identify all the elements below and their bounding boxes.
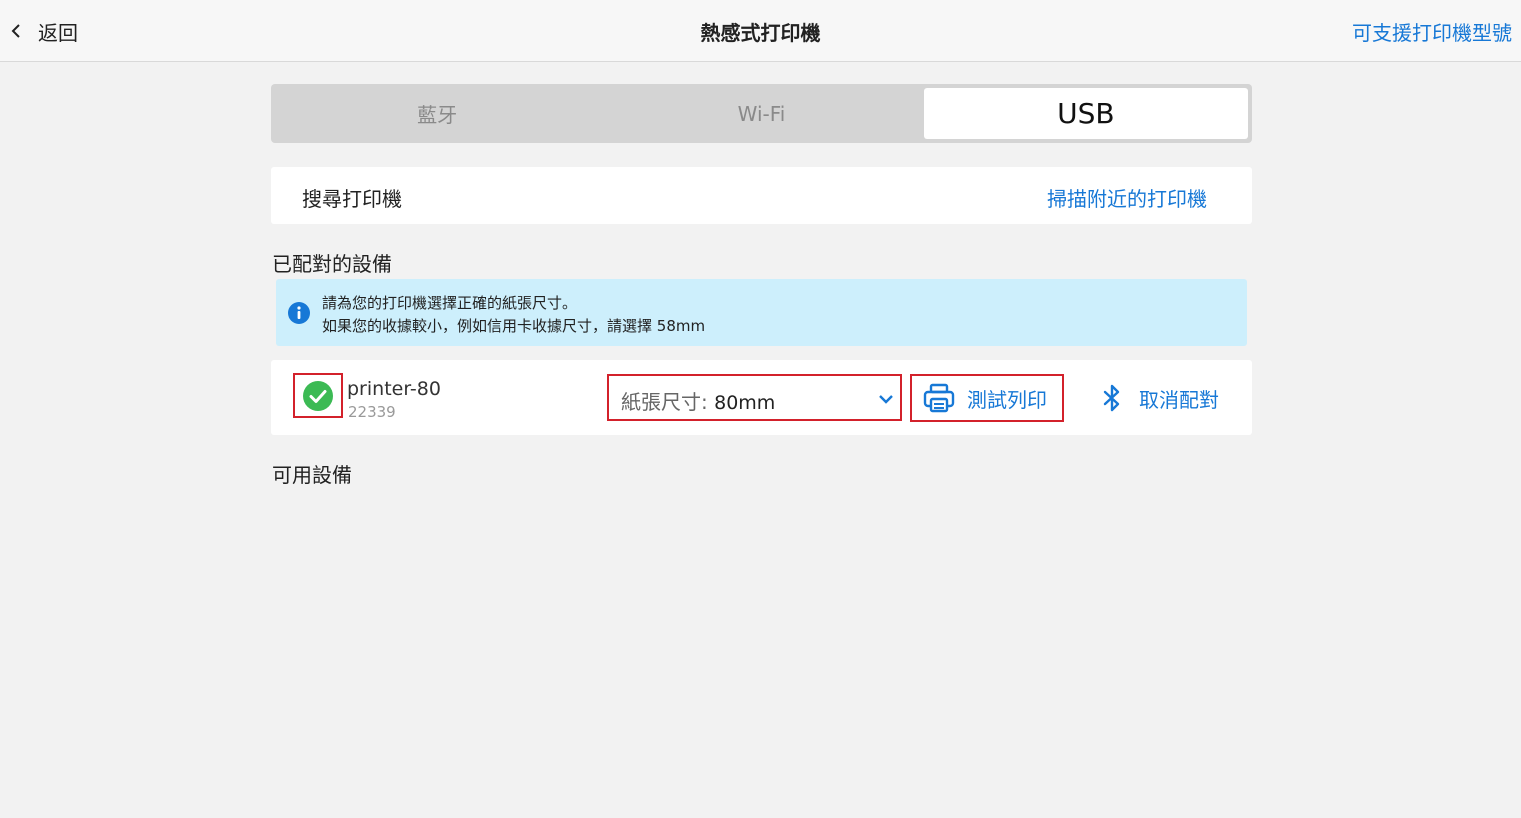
- paper-size-select[interactable]: 紙張尺寸: 80mm: [607, 374, 902, 421]
- search-printer-label: 搜尋打印機: [302, 187, 402, 211]
- unpair-label: 取消配對: [1139, 387, 1219, 412]
- tab-usb[interactable]: USB: [923, 88, 1248, 139]
- tab-bluetooth[interactable]: 藍牙: [275, 88, 599, 139]
- check-circle-icon: [303, 380, 333, 411]
- paper-size-label: 紙張尺寸:: [621, 390, 708, 414]
- device-name: printer-80: [347, 378, 441, 400]
- printer-icon: [923, 383, 955, 413]
- device-status: [293, 373, 343, 418]
- tab-wifi[interactable]: Wi-Fi: [599, 88, 923, 139]
- page-title: 熱感式打印機: [700, 21, 821, 45]
- test-print-button[interactable]: 測試列印: [910, 374, 1064, 422]
- unpair-button[interactable]: 取消配對: [1101, 382, 1219, 414]
- connection-type-tabs: 藍牙 Wi-Fi USB: [271, 84, 1252, 143]
- paper-size-display: 紙張尺寸: 80mm: [621, 386, 775, 415]
- available-devices-title: 可用設備: [272, 463, 352, 487]
- device-id: 22339: [348, 403, 396, 421]
- chevron-down-icon: [879, 395, 893, 404]
- info-text-line-2: 如果您的收據較小，例如信用卡收據尺寸，請選擇 58mm: [322, 317, 706, 335]
- scan-nearby-printers-link[interactable]: 掃描附近的打印機: [1047, 183, 1207, 212]
- test-print-label: 測試列印: [967, 387, 1047, 412]
- info-icon: [288, 302, 310, 324]
- search-printer-row: 搜尋打印機 掃描附近的打印機: [271, 167, 1252, 224]
- top-bar: 返回 熱感式打印機 可支援打印機型號: [0, 0, 1521, 62]
- paper-size-value: 80mm: [714, 392, 776, 414]
- paper-size-info-banner: 請為您的打印機選擇正確的紙張尺寸。 如果您的收據較小，例如信用卡收據尺寸，請選擇…: [276, 279, 1247, 346]
- bluetooth-icon: [1103, 384, 1120, 412]
- paired-device-row: printer-80 22339 紙張尺寸: 80mm 測試列印 取消配對: [271, 360, 1252, 435]
- paired-devices-title: 已配對的設備: [272, 252, 392, 276]
- info-text-line-1: 請為您的打印機選擇正確的紙張尺寸。: [322, 294, 578, 312]
- supported-models-link[interactable]: 可支援打印機型號: [1352, 17, 1512, 46]
